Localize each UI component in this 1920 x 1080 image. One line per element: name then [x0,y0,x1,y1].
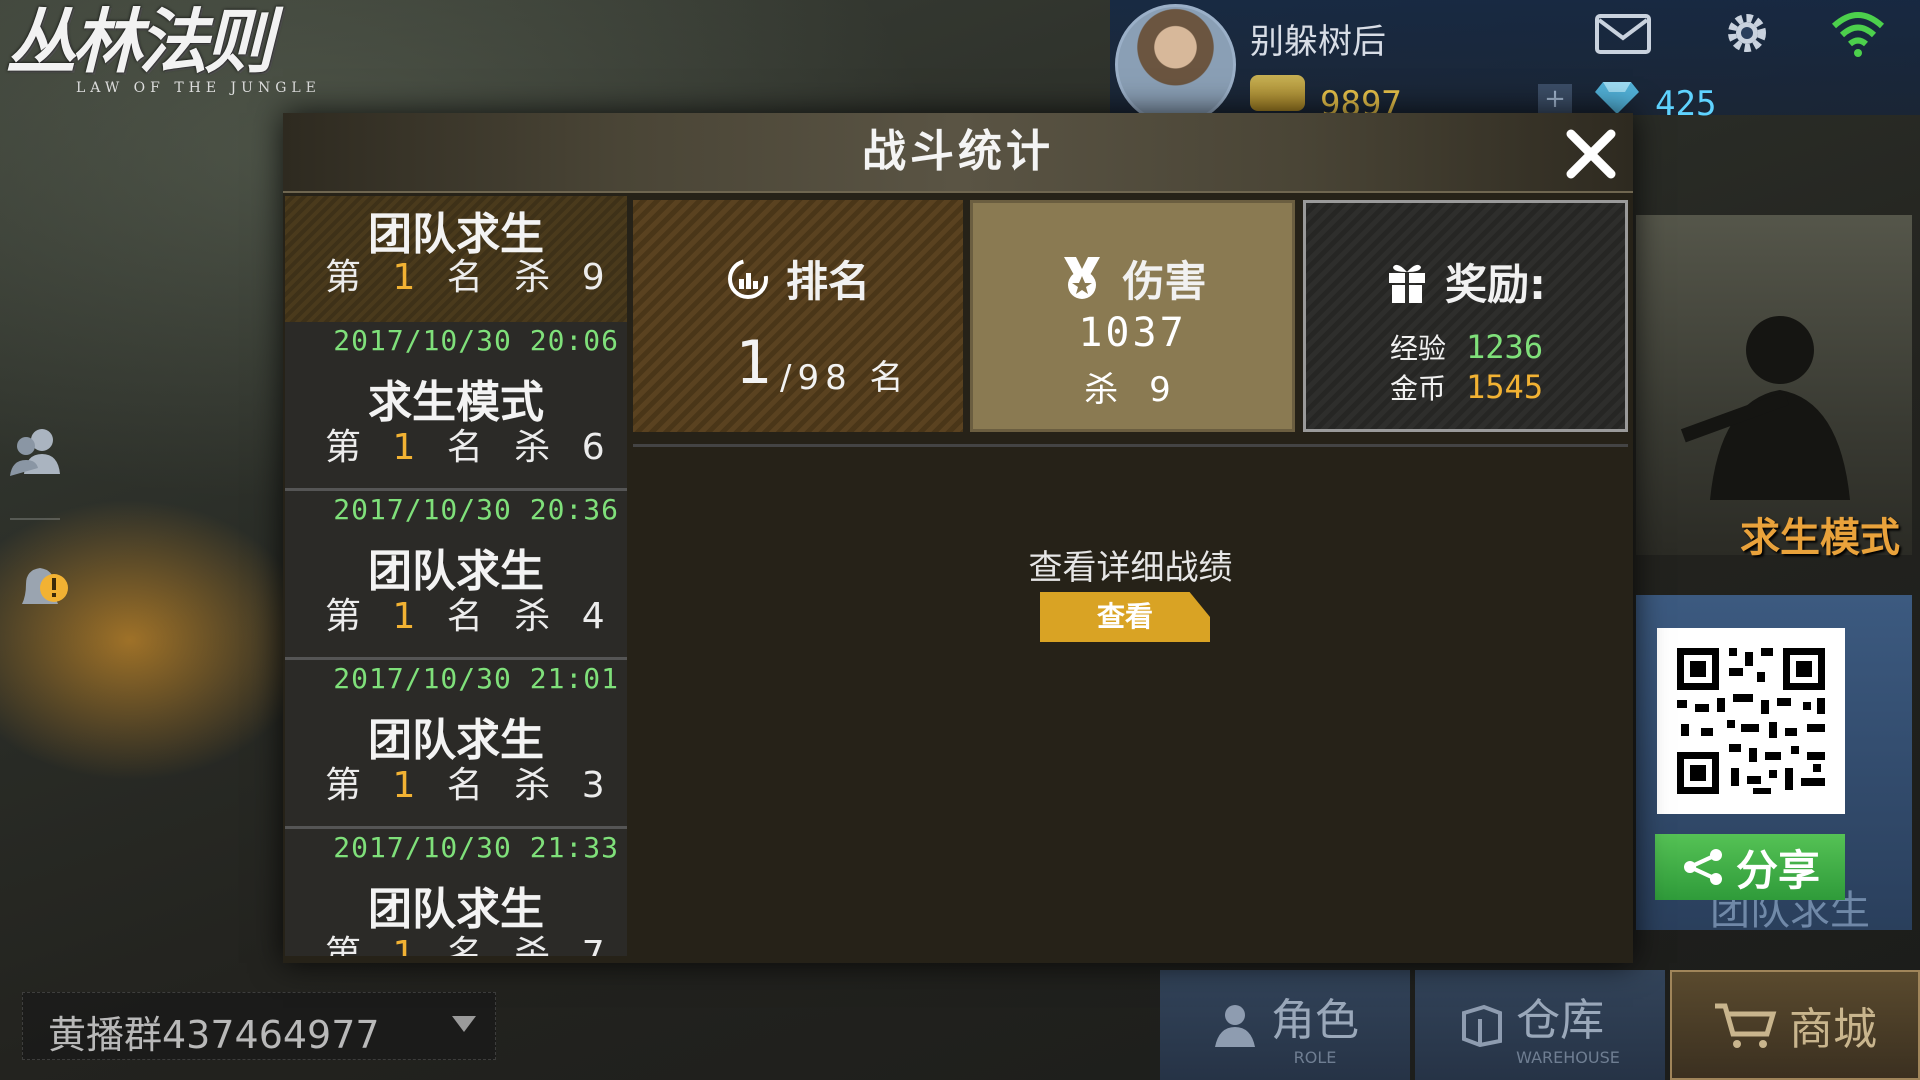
rank-value: 1 [735,328,772,398]
match-result-suffix: 名 杀 3 [446,765,615,806]
role-label: 角色 [1271,994,1359,1046]
reward-gold-row: 金币 1545 [1390,367,1543,407]
medal-icon [1064,256,1101,299]
share-button[interactable]: 分享 [1655,834,1845,900]
match-result: 第 1 名 杀 4 [325,587,615,639]
rank-total: /98 名 [780,358,910,398]
detail-label: 查看详细战绩 [1028,548,1233,588]
damage-label: 伤害 [1122,257,1207,306]
share-icon [1683,849,1722,885]
wifi-icon [1831,12,1885,57]
match-result: 第 1 名 杀 9 [325,248,615,300]
chevron-down-icon[interactable] [452,1016,476,1032]
chat-channel-text: 黄播群437464977 [48,1013,380,1057]
match-item[interactable]: 2017/10/30 21:33 团队求生 第 1 名 杀 7 [285,829,627,956]
match-result: 第 1 名 杀 7 [325,925,615,956]
match-rank: 1 [392,765,426,806]
close-icon[interactable] [1563,126,1619,182]
logo-subtitle: LAW OF THE JUNGLE [76,80,321,96]
match-result-suffix: 名 杀 9 [446,257,615,298]
shop-button[interactable]: 商城 [1670,970,1920,1080]
view-details-button[interactable]: 查看 [1040,592,1210,642]
gold-coin-icon [1250,75,1305,111]
match-result-prefix: 第 [325,765,372,806]
notification-bell-icon[interactable] [14,560,70,620]
match-date: 2017/10/30 21:33 [333,831,619,864]
reward-header: 奖励: [1306,251,1625,312]
damage-kills: 杀 9 [1084,370,1181,410]
match-result-suffix: 名 杀 6 [446,427,615,468]
qr-code-image [1657,628,1845,814]
soldier-silhouette-image [1680,316,1850,500]
match-date: 2017/10/30 20:06 [333,324,619,357]
reward-label: 奖励: [1445,260,1546,309]
shop-label: 商城 [1789,1004,1877,1055]
match-date: 2017/10/30 20:36 [333,493,619,526]
dialog-title: 战斗统计 [862,126,1054,177]
warehouse-box-icon [1462,1004,1503,1047]
gem-count: 425 [1655,84,1717,124]
survival-mode-label: 求生模式 [1740,515,1900,561]
detail-area [633,444,1628,957]
damage-header: 伤害 [973,248,1292,309]
add-currency-button[interactable]: + [1538,84,1572,114]
role-icon [1215,1005,1255,1047]
rank-header: 排名 [633,248,963,309]
mail-icon[interactable] [1595,14,1651,54]
rank-label: 排名 [785,257,870,306]
match-item[interactable]: 2017/10/30 20:36 团队求生 第 1 名 杀 4 [285,491,627,660]
match-result-prefix: 第 [325,427,372,468]
diamond-icon [1595,82,1639,114]
settings-gear-icon[interactable] [1722,8,1772,58]
match-item[interactable]: 2017/10/30 20:06 求生模式 第 1 名 杀 6 [285,322,627,491]
gold-value: 1545 [1466,368,1544,406]
match-item[interactable]: 2017/10/30 21:01 团队求生 第 1 名 杀 3 [285,660,627,829]
exp-label: 经验 [1390,332,1447,365]
ranking-chart-icon [727,258,768,299]
match-result-prefix: 第 [325,257,372,298]
game-logo: 丛林法则 LAW OF THE JUNGLE [6,2,356,102]
match-rank: 1 [392,257,426,298]
warehouse-button[interactable]: 仓库 WAREHOUSE [1415,970,1665,1080]
match-result-suffix: 名 杀 7 [446,934,615,956]
shopping-cart-icon [1715,1003,1777,1048]
match-rank: 1 [392,596,426,637]
match-rank: 1 [392,934,426,956]
gift-icon [1389,264,1426,303]
damage-value: 1037 [1078,310,1187,356]
match-result-prefix: 第 [325,596,372,637]
gold-label: 金币 [1390,372,1447,405]
warehouse-sublabel: WAREHOUSE [1516,1047,1620,1067]
warehouse-label: 仓库 [1516,994,1605,1046]
logo-title: 丛林法则 [6,1,274,83]
friends-icon[interactable] [6,420,66,480]
role-button[interactable]: 角色 ROLE [1160,970,1410,1080]
avatar[interactable] [1115,4,1236,125]
match-history-list[interactable]: 团队求生 第 1 名 杀 9 2017/10/30 20:06 求生模式 第 1… [285,196,627,956]
exp-value: 1236 [1466,328,1544,366]
share-label: 分享 [1735,845,1820,895]
match-rank: 1 [392,427,426,468]
match-result: 第 1 名 杀 6 [325,418,615,470]
reward-exp-row: 经验 1236 [1390,327,1543,367]
match-result: 第 1 名 杀 3 [325,756,615,808]
role-sublabel: ROLE [1293,1047,1337,1067]
player-name: 别躲树后 [1250,22,1386,62]
match-date: 2017/10/30 21:01 [333,662,619,695]
side-divider [10,518,60,520]
match-result-suffix: 名 杀 4 [446,596,615,637]
match-result-prefix: 第 [325,934,372,956]
